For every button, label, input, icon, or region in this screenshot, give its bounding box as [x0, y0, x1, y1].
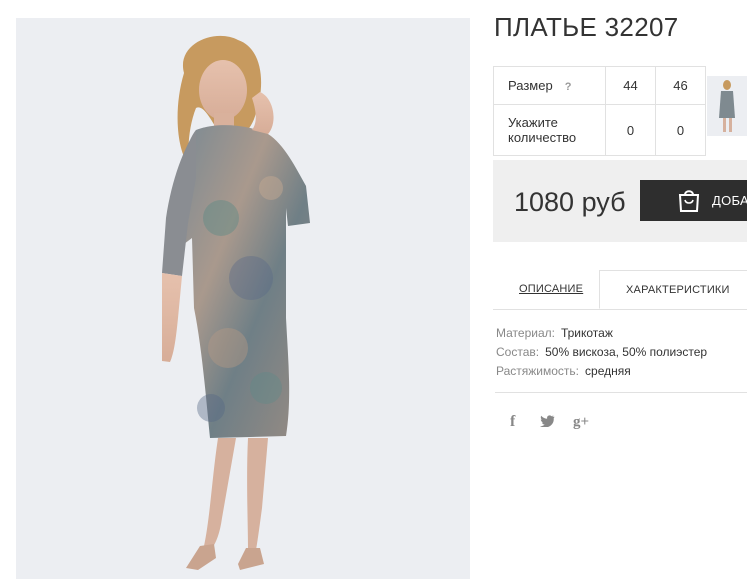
spec-value: 50% вискоза, 50% полиэстер — [545, 345, 708, 359]
spec-key: Растяжимость: — [496, 364, 580, 378]
product-photo[interactable] — [16, 18, 470, 579]
quantity-row: Укажите количество 0 0 — [493, 104, 706, 156]
quantity-label: Укажите количество — [493, 104, 606, 156]
add-to-cart-label: ДОБАВ — [712, 193, 747, 208]
spec-value: Трикотаж — [560, 326, 613, 340]
product-title: ПЛАТЬЕ 32207 — [494, 12, 679, 42]
quantity-input-44[interactable]: 0 — [605, 104, 656, 156]
shopping-bag-icon — [677, 187, 701, 218]
tab-description[interactable]: ОПИСАНИЕ — [519, 283, 583, 295]
quantity-input-46[interactable]: 0 — [655, 104, 706, 156]
purchase-box: 1080 руб ДОБАВ — [493, 160, 747, 242]
add-to-cart-button[interactable]: ДОБАВ — [640, 180, 747, 221]
price: 1080 руб — [514, 187, 626, 217]
twitter-icon[interactable] — [540, 414, 555, 430]
spec-row: Состав: 50% вискоза, 50% полиэстер — [496, 343, 707, 362]
product-tabs: ОПИСАНИЕ ХАРАКТЕРИСТИКИ — [493, 270, 747, 310]
spec-row: Растяжимость: средняя — [496, 362, 707, 381]
product-thumbnail[interactable] — [707, 76, 747, 136]
tab-characteristics[interactable]: ХАРАКТЕРИСТИКИ — [599, 270, 747, 309]
google-plus-icon[interactable]: g+ — [573, 414, 589, 431]
spec-value: средняя — [585, 364, 631, 378]
size-46: 46 — [655, 66, 706, 105]
size-row: Размер? 44 46 — [493, 66, 706, 105]
divider — [495, 392, 747, 393]
size-quantity-table: Размер? 44 46 Укажите количество 0 0 — [493, 66, 706, 156]
spec-key: Состав: — [496, 345, 540, 359]
spec-row: Материал: Трикотаж — [496, 324, 707, 343]
tab-characteristics-label: ХАРАКТЕРИСТИКИ — [626, 284, 730, 296]
question-icon[interactable]: ? — [565, 81, 572, 93]
facebook-icon[interactable]: f — [510, 413, 515, 431]
size-44: 44 — [605, 66, 656, 105]
spec-key: Материал: — [496, 326, 555, 340]
size-label-cell: Размер? — [493, 66, 606, 105]
size-label: Размер — [508, 78, 553, 93]
spec-list: Материал: Трикотаж Состав: 50% вискоза, 50… — [496, 324, 707, 381]
